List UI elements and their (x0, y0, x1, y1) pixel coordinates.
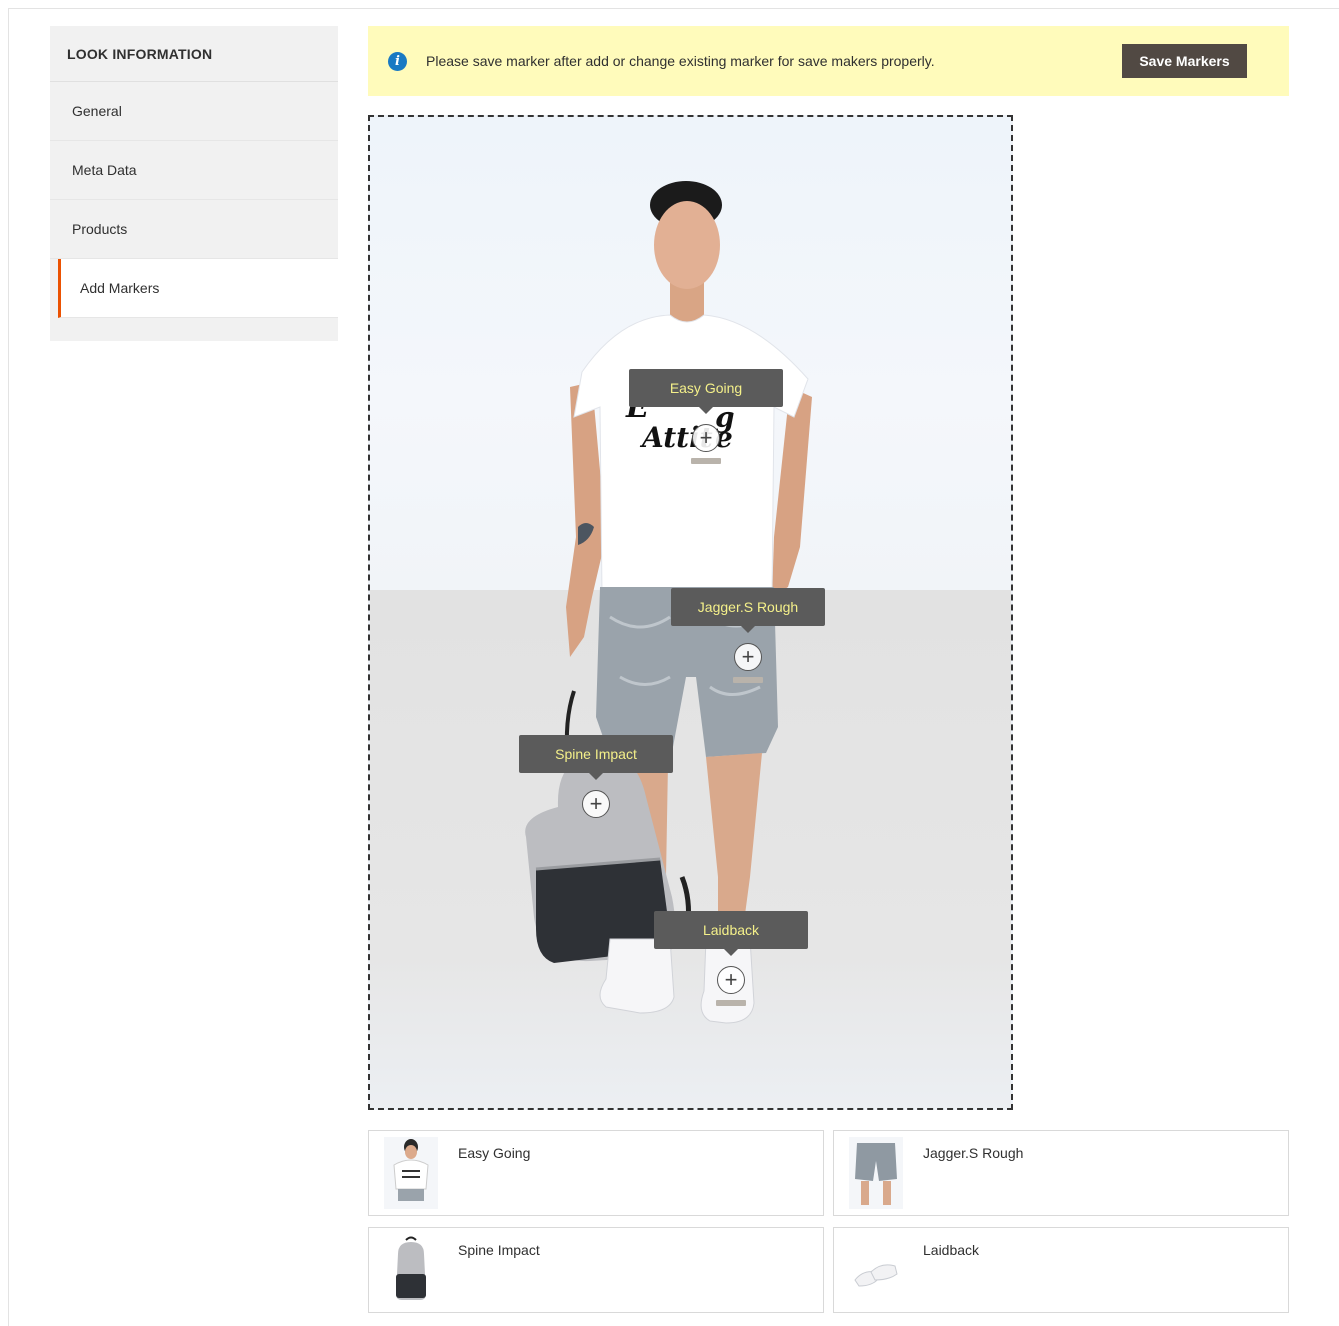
info-icon: i (388, 51, 407, 71)
plus-icon[interactable]: + (692, 424, 720, 452)
marker-label: Jagger.S Rough (671, 588, 825, 633)
sidebar-item-general[interactable]: General (50, 82, 338, 141)
save-markers-button[interactable]: Save Markers (1122, 44, 1247, 78)
look-image-canvas[interactable]: E g Attit e Easy Going + Jagger.S Rough … (368, 115, 1013, 1110)
product-name: Spine Impact (458, 1242, 540, 1258)
product-name: Laidback (923, 1242, 980, 1258)
marker-handle[interactable] (691, 458, 721, 464)
marker-label: Spine Impact (519, 735, 673, 780)
sneakers-thumbnail (849, 1234, 903, 1306)
t-shirt-thumbnail (384, 1137, 438, 1209)
plus-icon[interactable]: + (717, 966, 745, 994)
marker-label: Laidback (654, 911, 808, 956)
backpack-thumbnail (384, 1234, 438, 1306)
marker-handle[interactable] (716, 1000, 746, 1006)
product-name: Jagger.S Rough (923, 1145, 1024, 1161)
product-name: Easy Going (458, 1145, 531, 1161)
product-card-spine-impact[interactable]: Spine Impact (368, 1227, 824, 1313)
plus-icon[interactable]: + (582, 790, 610, 818)
product-card-jagger-s-rough[interactable]: Jagger.S Rough (833, 1130, 1289, 1216)
marker-handle[interactable] (733, 677, 763, 683)
product-card-laidback[interactable]: Laidback (833, 1227, 1289, 1313)
plus-icon[interactable]: + (734, 643, 762, 671)
sidebar-item-add-markers[interactable]: Add Markers (58, 259, 338, 318)
product-card-easy-going[interactable]: Easy Going (368, 1130, 824, 1216)
marker-label: Easy Going (629, 369, 783, 414)
sidebar-item-meta-data[interactable]: Meta Data (50, 141, 338, 200)
sidebar-item-products[interactable]: Products (50, 200, 338, 259)
shorts-thumbnail (849, 1137, 903, 1209)
save-markers-notice: i Please save marker after add or change… (368, 26, 1289, 96)
notice-message: Please save marker after add or change e… (426, 53, 935, 69)
look-information-sidebar: LOOK INFORMATION General Meta Data Produ… (50, 26, 338, 341)
sidebar-title: LOOK INFORMATION (50, 26, 338, 82)
